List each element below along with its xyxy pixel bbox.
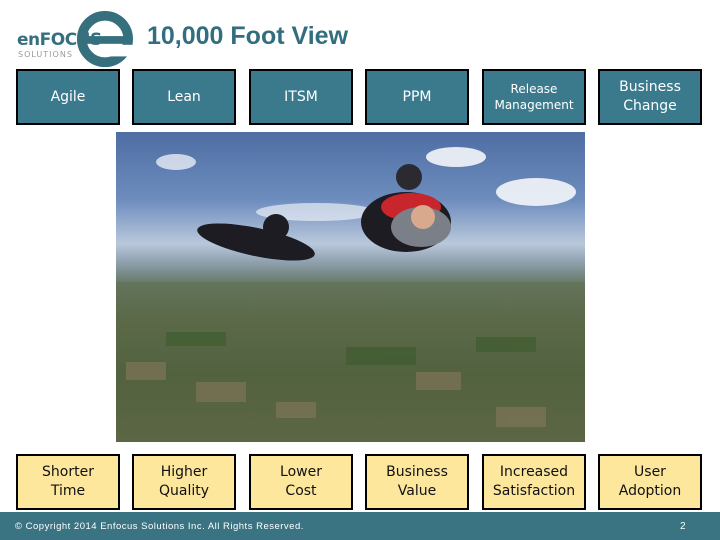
method-box-itsm: ITSM	[249, 69, 353, 125]
skydiver-tandem	[361, 164, 451, 252]
skydiver-left	[197, 214, 315, 261]
box-label-line2: Cost	[285, 483, 317, 499]
method-box-business-change: Business Change	[598, 69, 702, 125]
outcome-box-user-adoption: User Adoption	[598, 454, 702, 510]
box-label: PPM	[402, 88, 432, 105]
box-label-line2: Management	[494, 98, 574, 112]
box-label-line2: Quality	[158, 483, 210, 499]
method-box-release-management: Release Management	[482, 69, 586, 125]
box-label-line1: Lower	[280, 464, 322, 481]
box-label-line1: User	[634, 464, 666, 481]
box-label-line1: Increased	[499, 464, 569, 481]
box-label-line2: Satisfaction	[492, 483, 576, 499]
logo-subtitle: SOLUTIONS	[18, 50, 73, 59]
outcome-box-shorter-time: Shorter Time	[16, 454, 120, 510]
slide-title: 10,000 Foot View	[147, 22, 349, 50]
photo-illustration	[116, 147, 585, 442]
box-label-line1: Higher	[160, 464, 208, 481]
box-label-line1: Business	[619, 79, 681, 96]
box-label-line1: Shorter	[42, 464, 94, 481]
box-label: Lean	[167, 88, 201, 105]
box-label-line2: Time	[50, 483, 86, 499]
method-box-agile: Agile	[16, 69, 120, 125]
method-box-ppm: PPM	[365, 69, 469, 125]
box-label-line1: Business	[386, 464, 448, 481]
method-box-lean: Lean	[132, 69, 236, 125]
box-label-line2: Change	[623, 98, 677, 114]
page-number: 2	[680, 521, 686, 532]
box-label: Agile	[50, 88, 86, 105]
outcome-box-business-value: Business Value	[365, 454, 469, 510]
skydiving-photo	[116, 132, 585, 442]
outcome-box-higher-quality: Higher Quality	[132, 454, 236, 510]
logo-e-icon	[76, 10, 134, 68]
copyright-notice: © Copyright 2014 Enfocus Solutions Inc. …	[15, 521, 304, 532]
slide-footer: © Copyright 2014 Enfocus Solutions Inc. …	[0, 512, 720, 540]
outcome-box-lower-cost: Lower Cost	[249, 454, 353, 510]
box-label-line1: Release	[510, 81, 558, 96]
box-label-line2: Adoption	[618, 483, 682, 499]
outcome-box-increased-satisfaction: Increased Satisfaction	[482, 454, 586, 510]
company-logo: enFOCUS SOLUTIONS	[14, 8, 134, 68]
box-label-line2: Value	[397, 483, 437, 499]
box-label: ITSM	[284, 88, 318, 105]
